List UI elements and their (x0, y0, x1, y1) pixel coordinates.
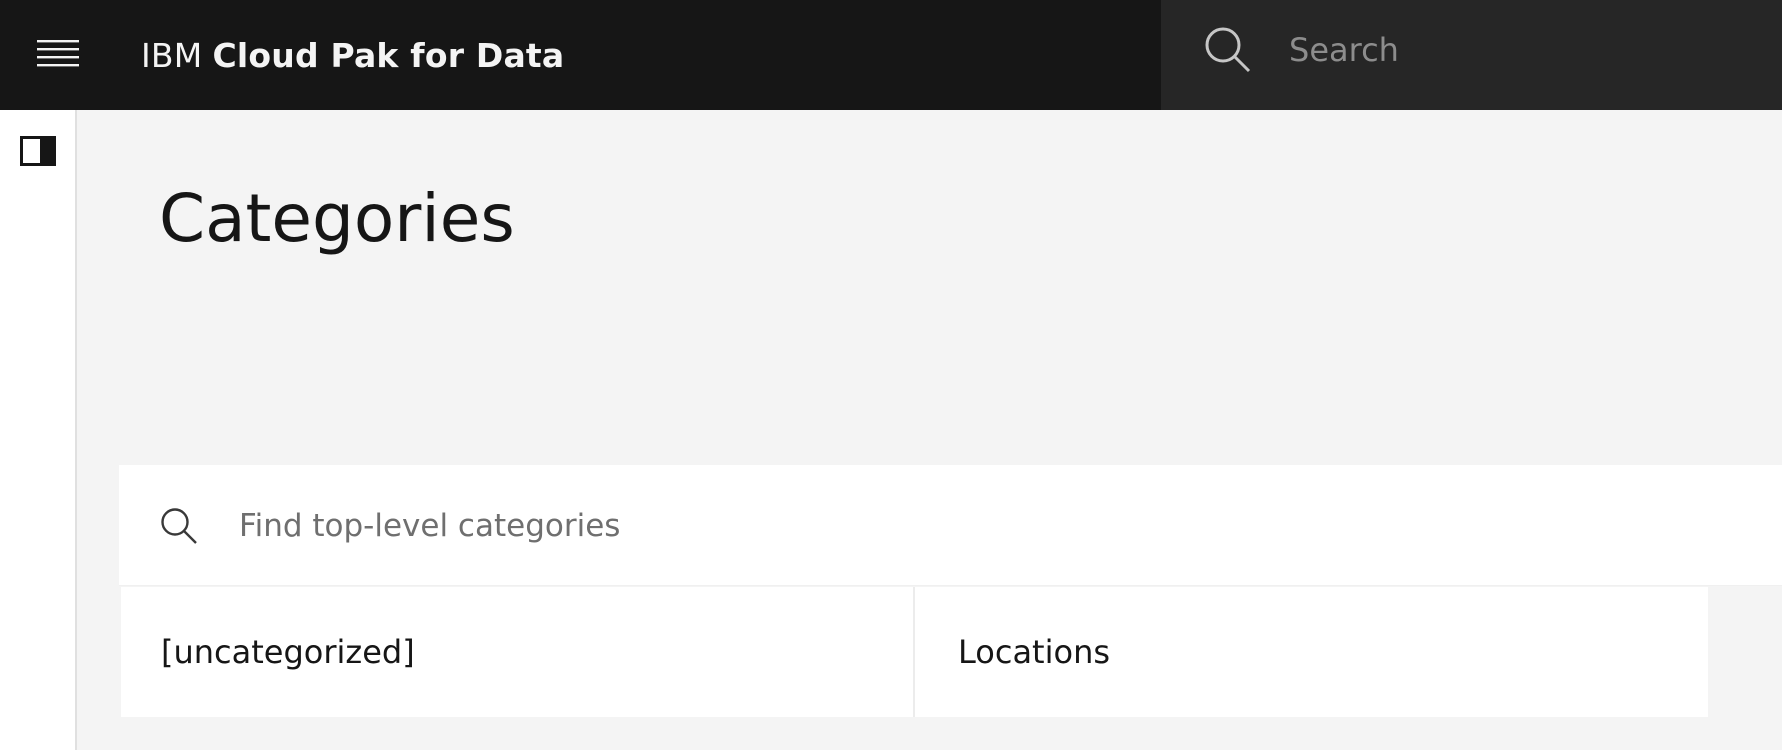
top-header: IBM Cloud Pak for Data (0, 0, 1782, 110)
search-icon[interactable] (1204, 26, 1252, 74)
global-search-input[interactable] (1289, 25, 1759, 75)
search-icon (161, 508, 197, 544)
product-brand[interactable]: IBM Cloud Pak for Data (141, 0, 564, 110)
global-search (1161, 0, 1782, 110)
brand-prefix: IBM (141, 35, 203, 75)
main-content: Categories [uncategorized] Locations (77, 110, 1782, 750)
category-tile-locations[interactable]: Locations (915, 587, 1708, 717)
hamburger-menu-icon (37, 40, 79, 67)
menu-button[interactable] (30, 30, 86, 80)
find-categories-input[interactable] (239, 501, 1639, 551)
find-categories-bar (119, 465, 1782, 586)
left-sidebar (0, 110, 77, 750)
side-panel-toggle-icon (20, 136, 56, 166)
category-tiles: [uncategorized] Locations (121, 587, 1708, 717)
brand-product-name: Cloud Pak for Data (212, 35, 565, 75)
page-title: Categories (159, 180, 515, 257)
category-tile-uncategorized[interactable]: [uncategorized] (121, 587, 915, 717)
side-panel-toggle-button[interactable] (18, 134, 58, 168)
